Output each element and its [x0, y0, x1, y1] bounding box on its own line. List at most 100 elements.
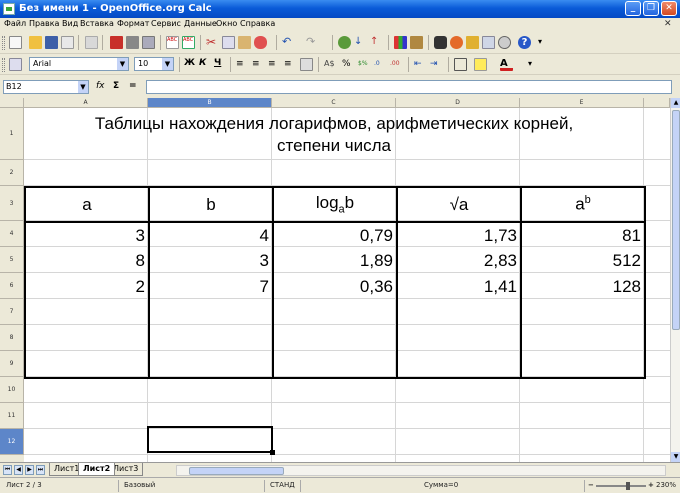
spellcheck-icon[interactable]: ABC — [166, 36, 179, 49]
styles-icon[interactable] — [9, 58, 22, 71]
cell[interactable]: 3 — [24, 222, 150, 248]
italic-button[interactable]: К — [199, 58, 206, 68]
column-header-f[interactable] — [644, 98, 670, 108]
print-icon[interactable] — [126, 36, 139, 49]
font-name-select[interactable]: Arial ▼ — [29, 57, 129, 71]
row-header-8[interactable]: 8 — [0, 325, 24, 351]
row-header-10[interactable]: 10 — [0, 377, 24, 403]
column-header-d[interactable]: D — [396, 98, 520, 108]
zoom-in-icon[interactable]: + — [648, 481, 654, 489]
cell[interactable] — [272, 352, 398, 379]
increase-indent-icon[interactable]: ⇥ — [430, 58, 443, 71]
row-header-4[interactable]: 4 — [0, 221, 24, 247]
scrollbar-thumb[interactable] — [189, 467, 284, 475]
cell[interactable] — [520, 300, 646, 326]
percent-format-icon[interactable]: % — [342, 58, 355, 71]
bold-button[interactable]: Ж — [184, 58, 195, 68]
cell[interactable] — [24, 300, 150, 326]
header-b[interactable]: b — [148, 186, 274, 223]
row-header-7[interactable]: 7 — [0, 299, 24, 325]
cell[interactable]: 1,73 — [396, 222, 522, 248]
vertical-scrollbar[interactable]: ▲ ▼ — [670, 98, 680, 462]
navigator-icon[interactable] — [450, 36, 463, 49]
chart-icon[interactable] — [394, 36, 407, 49]
last-sheet-icon[interactable]: ⏭ — [36, 465, 45, 475]
scrollbar-thumb[interactable] — [672, 110, 680, 330]
cell[interactable]: 4 — [148, 222, 274, 248]
previous-sheet-icon[interactable]: ◀ — [14, 465, 23, 475]
scroll-down-icon[interactable]: ▼ — [671, 452, 680, 462]
status-mode[interactable]: СТАНД — [270, 481, 295, 489]
open-folder-icon[interactable] — [29, 36, 42, 49]
add-decimal-icon[interactable]: .0 — [374, 58, 387, 71]
column-header-c[interactable]: C — [272, 98, 396, 108]
cell[interactable]: 81 — [520, 222, 646, 248]
header-log[interactable]: logab — [272, 186, 398, 223]
function-icon[interactable]: = — [129, 81, 137, 91]
spreadsheet-grid[interactable]: Таблицы нахождения логарифмов, арифметич… — [24, 108, 670, 462]
menu-edit[interactable]: Правка — [29, 19, 59, 28]
row-header-1[interactable]: 1 — [0, 108, 24, 160]
chevron-down-icon[interactable]: ▼ — [162, 58, 173, 70]
cell[interactable] — [520, 352, 646, 379]
edit-file-icon[interactable] — [85, 36, 98, 49]
header-power[interactable]: ab — [520, 186, 646, 223]
cell[interactable]: 1,89 — [272, 248, 398, 274]
row-header-9[interactable]: 9 — [0, 351, 24, 377]
sheet-tab-2[interactable]: Лист2 — [78, 463, 116, 476]
gallery-icon[interactable] — [466, 36, 479, 49]
column-header-a[interactable]: A — [24, 98, 148, 108]
font-size-select[interactable]: 10 ▼ — [134, 57, 174, 71]
copy-icon[interactable] — [222, 36, 235, 49]
redo-icon[interactable]: ↷ — [306, 36, 319, 49]
menu-data[interactable]: Данные — [184, 19, 217, 28]
export-pdf-icon[interactable] — [110, 36, 123, 49]
cell[interactable]: 8 — [24, 248, 150, 274]
cell[interactable]: 3 — [148, 248, 274, 274]
save-icon[interactable] — [45, 36, 58, 49]
hyperlink-icon[interactable] — [338, 36, 351, 49]
autospellcheck-icon[interactable]: ABC — [182, 36, 195, 49]
cell[interactable] — [24, 352, 150, 379]
zoom-out-icon[interactable]: − — [588, 481, 594, 489]
font-color-icon[interactable]: A — [500, 58, 513, 71]
chevron-down-icon[interactable]: ▼ — [78, 81, 88, 93]
cell[interactable] — [148, 300, 274, 326]
background-color-icon[interactable] — [474, 58, 487, 71]
cell[interactable] — [272, 326, 398, 352]
zoom-slider-knob[interactable] — [626, 482, 630, 490]
zoom-icon[interactable] — [498, 36, 511, 49]
print-preview-icon[interactable] — [142, 36, 155, 49]
delete-decimal-icon[interactable]: .00 — [390, 58, 403, 71]
cell[interactable] — [148, 352, 274, 379]
chevron-down-icon[interactable]: ▼ — [117, 58, 128, 70]
close-document-icon[interactable]: ✕ — [664, 19, 674, 29]
decrease-indent-icon[interactable]: ⇤ — [414, 58, 427, 71]
row-header-3[interactable]: 3 — [0, 186, 24, 221]
standard-format-icon[interactable]: $% — [358, 58, 371, 71]
email-icon[interactable] — [61, 36, 74, 49]
zoom-slider[interactable] — [596, 482, 646, 490]
toolbar-gripper[interactable] — [2, 36, 5, 50]
name-box[interactable]: B12 ▼ — [3, 80, 89, 94]
scroll-up-icon[interactable]: ▲ — [671, 98, 680, 108]
cell[interactable]: 128 — [520, 274, 646, 300]
function-wizard-icon[interactable]: fx — [96, 81, 105, 91]
sort-descending-icon[interactable]: ↑ — [370, 36, 383, 49]
cell[interactable]: 1,41 — [396, 274, 522, 300]
header-sqrt[interactable]: √a — [396, 186, 522, 223]
menu-file[interactable]: Файл — [4, 19, 26, 28]
menu-window[interactable]: Окно — [216, 19, 237, 28]
sum-icon[interactable]: Σ — [113, 81, 119, 91]
cut-icon[interactable]: ✂ — [206, 36, 219, 49]
first-sheet-icon[interactable]: ⏮ — [3, 465, 12, 475]
help-icon[interactable]: ? — [518, 36, 531, 49]
toolbar-options-icon[interactable]: ▾ — [528, 58, 541, 71]
formula-input[interactable] — [146, 80, 672, 94]
format-paintbrush-icon[interactable] — [254, 36, 267, 49]
undo-icon[interactable]: ↶ — [282, 36, 295, 49]
active-cell-cursor[interactable] — [147, 426, 275, 455]
column-header-e[interactable]: E — [520, 98, 644, 108]
sort-ascending-icon[interactable]: ↓ — [354, 36, 367, 49]
row-header-12[interactable]: 12 — [0, 429, 24, 455]
